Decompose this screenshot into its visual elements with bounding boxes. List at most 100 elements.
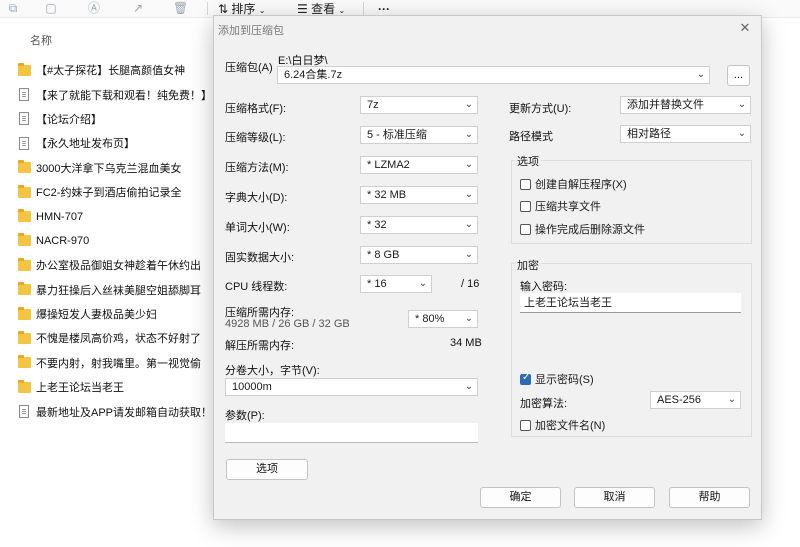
file-list-item[interactable]: 3000大洋拿下乌克兰混血美女 [18, 156, 218, 180]
delete-source-checkbox[interactable]: 操作完成后删除源文件 [520, 221, 645, 237]
encrypt-names-checkbox[interactable]: 加密文件名(N) [520, 417, 605, 433]
file-list-item[interactable]: 不要内射，射我嘴里。第一视觉偷 [18, 351, 218, 375]
folder-icon [18, 209, 31, 223]
checkbox-box [520, 419, 531, 431]
level-label: 压缩等级(L): [225, 132, 286, 144]
view-label: 查看 [311, 2, 336, 16]
mem-select[interactable]: * 80% ⌄ [408, 310, 478, 328]
archive-name-combo[interactable]: 6.24合集.7z ⌄ [277, 66, 710, 84]
method-value: * LZMA2 [367, 159, 410, 171]
folder-icon [18, 379, 31, 393]
folder-icon [18, 160, 31, 174]
file-list-item[interactable]: 办公室极品御姐女神趁着午休约出 [18, 253, 218, 277]
document-icon [19, 405, 29, 419]
file-list-item[interactable]: FC2-约妹子到酒店偷拍记录全 [18, 180, 218, 204]
method-label: 压缩方法(M): [225, 162, 289, 174]
folder-icon [18, 184, 31, 198]
algo-value: AES-256 [657, 394, 702, 406]
file-name: 【#太子探花】长腿高颜值女神 [36, 65, 186, 78]
show-password-label: 显示密码(S) [535, 374, 594, 386]
params-input[interactable] [225, 423, 478, 443]
chevron-down-icon: ⌄ [464, 129, 474, 140]
file-list-item[interactable]: NACR-970 [18, 229, 218, 253]
path-value: 相对路径 [627, 128, 671, 140]
file-name: 最新地址及APP请发邮箱自动获取！！ [36, 406, 224, 419]
method-select[interactable]: * LZMA2 ⌄ [360, 156, 478, 174]
file-name: 【论坛介绍】 [36, 113, 102, 126]
close-icon[interactable]: ✕ [737, 20, 753, 36]
file-name: 不要内射，射我嘴里。第一视觉偷 [36, 357, 201, 370]
cancel-button[interactable]: 取消 [574, 487, 655, 508]
chevron-down-icon: ⌄ [464, 189, 474, 200]
folder-icon [18, 330, 31, 344]
word-select[interactable]: * 32 ⌄ [360, 216, 478, 234]
archive-label: 压缩包(A) [225, 62, 273, 74]
split-select[interactable]: 10000m ⌄ [225, 378, 478, 396]
file-name: 上老王论坛当老王 [36, 382, 124, 395]
file-name: HMN-707 [36, 210, 84, 223]
toolbar-divider [207, 2, 208, 15]
file-name: FC2-约妹子到酒店偷拍记录全 [36, 187, 182, 200]
word-value: * 32 [367, 219, 387, 231]
file-list-item[interactable]: 爆操短发人妻极品美少妇 [18, 302, 218, 326]
browse-button[interactable]: ... [727, 65, 750, 86]
chevron-down-icon: ⌄ [464, 249, 474, 260]
document-icon [19, 112, 29, 126]
mem-detail: 4928 MB / 26 GB / 32 GB [225, 318, 350, 330]
help-button[interactable]: 帮助 [669, 487, 750, 508]
options-group-title: 选项 [515, 153, 541, 169]
file-list-item[interactable]: 【论坛介绍】 [18, 107, 218, 131]
file-name: 爆操短发人妻极品美少妇 [36, 309, 157, 322]
mem-value: * 80% [415, 313, 445, 325]
word-label: 单词大小(W): [225, 222, 290, 234]
toolbar-divider [363, 2, 364, 15]
solid-select[interactable]: * 8 GB ⌄ [360, 246, 478, 264]
cpu-select[interactable]: * 16 ⌄ [360, 275, 432, 293]
path-select[interactable]: 相对路径 ⌄ [620, 125, 751, 143]
password-input[interactable]: 上老王论坛当老王 [520, 293, 741, 313]
file-list-item[interactable]: 不愧是楼凤高价鸡，状态不好射了 [18, 326, 218, 350]
format-select[interactable]: 7z ⌄ [360, 96, 478, 114]
file-list-item[interactable]: HMN-707 [18, 204, 218, 228]
delete-icon[interactable]: 🗑 [173, 1, 188, 15]
share-icon[interactable]: ↗ [131, 1, 145, 15]
document-icon [19, 88, 29, 102]
file-list: 【#太子探花】长腿高颜值女神【来了就能下载和观看！纯免费！】【论坛介绍】【永久地… [18, 58, 223, 424]
split-value: 10000m [232, 381, 272, 393]
sort-icon: ⇅ [218, 2, 229, 16]
file-name: NACR-970 [36, 234, 90, 247]
ok-button[interactable]: 确定 [480, 487, 561, 508]
file-list-item[interactable]: 【来了就能下载和观看！纯免费！】 [18, 82, 218, 106]
document-icon [19, 136, 29, 150]
rename-icon[interactable]: Ⓐ [87, 1, 101, 15]
view-icon: ☰ [297, 2, 308, 16]
chevron-down-icon: ⌄ [258, 6, 266, 15]
encrypt-group-title: 加密 [515, 257, 541, 273]
show-password-checkbox[interactable]: 显示密码(S) [520, 371, 594, 387]
chevron-down-icon: ⌄ [464, 313, 474, 324]
algo-select[interactable]: AES-256 ⌄ [650, 391, 741, 409]
file-list-item[interactable]: 暴力狂操后入丝袜美腿空姐舔脚耳 [18, 278, 218, 302]
encrypt-names-label: 加密文件名(N) [535, 420, 606, 432]
dict-select[interactable]: * 32 MB ⌄ [360, 186, 478, 204]
dict-value: * 32 MB [367, 189, 407, 201]
file-list-item[interactable]: 上老王论坛当老王 [18, 375, 218, 399]
update-select[interactable]: 添加并替换文件 ⌄ [620, 96, 751, 114]
shared-checkbox[interactable]: 压缩共享文件 [520, 198, 601, 214]
chevron-down-icon[interactable]: ⌄ [696, 67, 706, 83]
column-header-name[interactable]: 名称 [30, 32, 52, 48]
file-list-item[interactable]: 最新地址及APP请发邮箱自动获取！！ [18, 399, 223, 423]
sfx-checkbox[interactable]: 创建自解压程序(X) [520, 176, 627, 192]
copy-icon[interactable]: ▢ [44, 1, 58, 15]
level-select[interactable]: 5 - 标准压缩 ⌄ [360, 126, 478, 144]
cpu-label: CPU 线程数: [225, 281, 288, 293]
options-button[interactable]: 选项 [226, 459, 308, 480]
cut-icon[interactable]: ⧉ [6, 1, 20, 15]
file-list-item[interactable]: 【永久地址发布页】 [18, 131, 218, 155]
checkbox-box [520, 372, 531, 385]
chevron-down-icon: ⌄ [418, 278, 428, 289]
folder-icon [18, 257, 31, 271]
cpu-total: / 16 [461, 278, 480, 290]
file-list-item[interactable]: 【#太子探花】长腿高颜值女神 [18, 58, 218, 82]
format-label: 压缩格式(F): [225, 103, 287, 115]
